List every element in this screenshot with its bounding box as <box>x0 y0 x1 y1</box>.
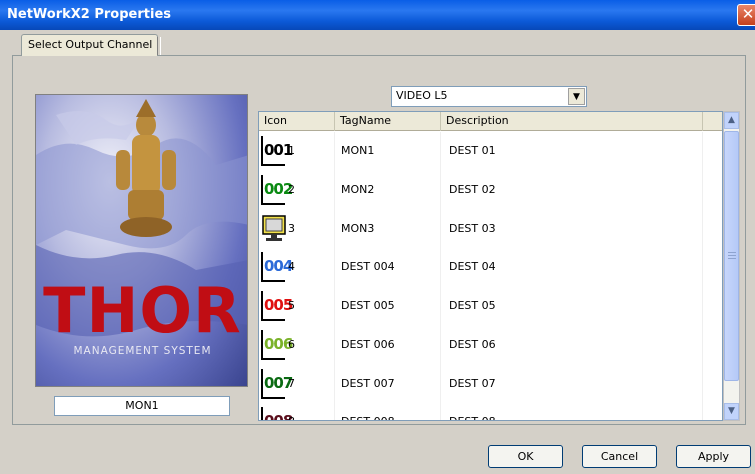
row-tagname: DEST 005 <box>341 299 395 312</box>
column-header-icon[interactable]: Icon <box>259 112 335 131</box>
column-header-description[interactable]: Description <box>441 112 703 131</box>
row-icon-label: 008 <box>261 407 293 420</box>
table-row[interactable]: 005 5 DEST 005 DEST 05 <box>259 287 722 326</box>
table-row[interactable]: 0088 DEST 008 DEST 08 <box>259 403 722 420</box>
grip-line <box>728 258 736 259</box>
logo-brand-text: THOR <box>43 274 242 347</box>
table-row[interactable]: 007 7 DEST 007 DEST 07 <box>259 365 722 404</box>
scrollbar-thumb[interactable] <box>724 131 739 381</box>
channel-select-value: VIDEO L5 <box>396 89 448 102</box>
vertical-scrollbar[interactable]: ▲ ▼ <box>723 111 740 421</box>
row-tagname: MON1 <box>341 144 375 157</box>
row-description: DEST 03 <box>449 221 496 235</box>
ok-button[interactable]: OK <box>488 445 563 468</box>
logo-subtitle: MANAGEMENT SYSTEM <box>73 345 212 357</box>
row-tagname: DEST 007 <box>341 376 395 390</box>
grip-line <box>728 252 736 253</box>
chevron-down-icon[interactable]: ▼ <box>568 88 585 105</box>
row-description: DEST 05 <box>449 299 496 312</box>
row-icon-label: 007 <box>261 368 293 399</box>
table-row[interactable]: 3 MON3 DEST 03 <box>259 210 722 249</box>
row-number: 6 <box>288 337 295 351</box>
close-button[interactable]: ✕ <box>737 4 755 26</box>
row-tagname: MON2 <box>341 182 375 196</box>
grip-line <box>728 255 736 256</box>
row-description: DEST 07 <box>449 376 496 390</box>
output-channel-list[interactable]: Icon TagName Description 001 1 MON1 DEST 01… <box>258 111 723 421</box>
row-icon-label: 005 <box>261 291 293 321</box>
table-row[interactable]: 004 4 DEST 004 DEST 04 <box>259 248 722 287</box>
row-tagname: DEST 006 <box>341 337 395 351</box>
row-number: 2 <box>288 182 295 196</box>
row-icon-label: 006 <box>261 329 293 360</box>
channel-select[interactable]: VIDEO L5 ▼ <box>391 86 587 107</box>
tab-select-output-channel[interactable]: Select Output Channel <box>21 34 161 56</box>
row-icon-label: 004 <box>261 252 293 283</box>
row-number: 4 <box>288 260 295 274</box>
row-description: DEST 08 <box>449 403 496 420</box>
row-tagname: DEST 004 <box>341 260 395 274</box>
row-number: 5 <box>288 299 295 312</box>
row-description: DEST 06 <box>449 337 496 351</box>
selected-monitor-field: MON1 <box>54 396 230 416</box>
row-number: 8 <box>288 403 298 420</box>
table-row[interactable]: 001 1 MON1 DEST 01 <box>259 132 722 171</box>
list-header: Icon TagName Description <box>259 112 722 131</box>
cancel-button[interactable]: Cancel <box>582 445 657 468</box>
row-tagname: DEST 008 <box>341 403 395 420</box>
row-number: 7 <box>288 376 295 390</box>
table-row[interactable]: 006 6 DEST 006 DEST 06 <box>259 326 722 365</box>
apply-button[interactable]: Apply <box>676 445 751 468</box>
title-bar: NetWorkX2 Properties ✕ <box>0 0 755 30</box>
thor-logo: THOR MANAGEMENT SYSTEM <box>35 94 248 387</box>
row-icon-label: 001 <box>261 136 293 166</box>
list-rows: 001 1 MON1 DEST 01 002 2 MON2 DEST 02 3 MON3 DEST … <box>259 132 722 420</box>
window-title: NetWorkX2 Properties <box>7 7 171 22</box>
row-description: DEST 01 <box>449 144 496 157</box>
table-row[interactable]: 002 2 MON2 DEST 02 <box>259 171 722 210</box>
row-icon-label: 002 <box>261 174 293 205</box>
row-number: 3 <box>288 221 295 235</box>
row-description: DEST 02 <box>449 182 496 196</box>
scroll-up-icon[interactable]: ▲ <box>724 112 739 129</box>
row-tagname: MON3 <box>341 221 375 235</box>
monitor-icon <box>261 214 286 244</box>
row-number: 1 <box>288 144 295 157</box>
row-description: DEST 04 <box>449 260 496 274</box>
scroll-down-icon[interactable]: ▼ <box>724 403 739 420</box>
column-header-tagname[interactable]: TagName <box>335 112 441 131</box>
